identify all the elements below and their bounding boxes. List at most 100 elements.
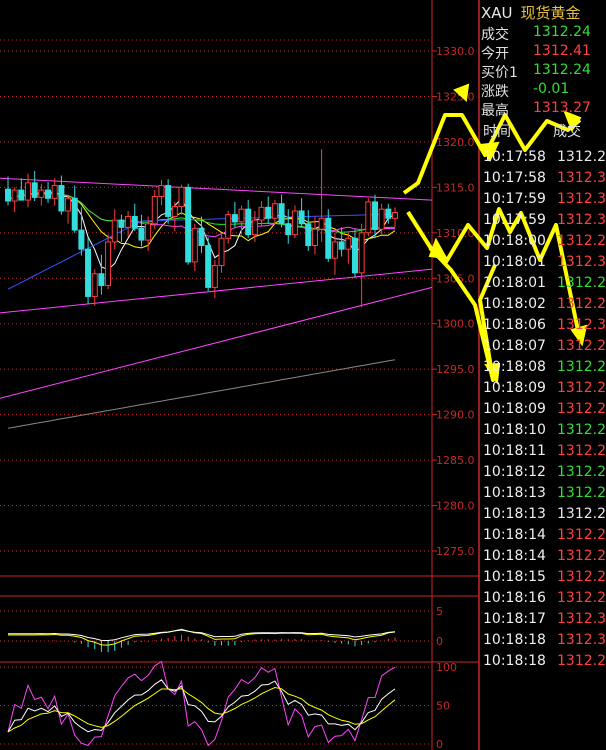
candle-body	[125, 215, 132, 228]
candle-body	[165, 185, 172, 217]
tick-time: 10:18:01	[483, 254, 546, 270]
candle-body	[158, 185, 165, 197]
price-tick-label: 1320.0	[436, 136, 475, 149]
ticks-header-price: 成交	[553, 124, 581, 140]
candle-body	[38, 189, 45, 198]
candle-body	[278, 203, 285, 225]
ind1-tick-label: 5	[436, 605, 443, 618]
tick-row: 10:18:14 1312.28	[483, 527, 606, 548]
candle-body	[311, 228, 318, 247]
candle-body	[111, 219, 118, 243]
quote-value: 1312.24	[533, 24, 591, 40]
tick-time: 10:18:11	[483, 443, 546, 459]
tick-time: 10:17:59	[483, 191, 546, 207]
quote-value: 1312.24	[533, 62, 591, 78]
candle-body	[91, 273, 98, 297]
tick-row: 10:18:18 1312.30	[483, 632, 606, 653]
candle-body	[351, 237, 358, 274]
candle-body	[298, 210, 305, 225]
ind1-line-signal	[8, 628, 396, 646]
tick-time: 10:18:18	[483, 632, 546, 648]
tick-price: 1312.26	[557, 380, 606, 396]
candle-body	[118, 219, 125, 228]
tick-time: 10:18:09	[483, 401, 546, 417]
quote-label: 今开	[481, 46, 509, 62]
ind1-tick-label: 0	[436, 635, 443, 648]
candle-body	[265, 206, 272, 219]
candle-body	[191, 227, 198, 263]
tick-price: 1312.23	[557, 359, 606, 375]
candle-body	[178, 186, 185, 207]
tick-row: 10:17:59 1312.33	[483, 191, 606, 212]
candle-body	[318, 217, 325, 230]
candle-body	[5, 188, 11, 202]
tick-time: 10:18:06	[483, 317, 546, 333]
candle-body	[345, 237, 352, 250]
tick-time: 10:18:08	[483, 359, 546, 375]
ind2-tick-label: 100	[436, 661, 457, 674]
tick-price: 1312.25	[557, 506, 606, 522]
quote-side-panel: XAU 现货黄金 成交 1312.24 今开 1312.41 买价1 1312.24 涨跌 -0…	[479, 0, 606, 750]
candle-body	[225, 214, 232, 239]
tick-row: 10:18:12 1312.22	[483, 464, 606, 485]
candle-body	[205, 245, 212, 288]
tick-time: 10:18:09	[483, 380, 546, 396]
tick-row: 10:17:58 1312.34	[483, 170, 606, 191]
tick-time: 10:17:59	[483, 212, 546, 228]
tick-price: 1312.32	[557, 254, 606, 270]
tick-row: 10:18:17 1312.31	[483, 611, 606, 632]
candle-body	[358, 232, 365, 274]
quote-row: 成交 1312.24	[481, 24, 605, 43]
candle-body	[171, 205, 178, 217]
ma-line-gray	[7, 359, 396, 429]
candle-body	[138, 227, 145, 241]
price-tick-label: 1295.0	[436, 363, 475, 376]
candle-body	[25, 182, 32, 201]
tick-row: 10:17:59 1312.34	[483, 212, 606, 233]
tick-price: 1312.27	[557, 548, 606, 564]
candle-body	[251, 219, 258, 236]
trend-line	[0, 286, 433, 399]
candle-body	[392, 211, 398, 219]
tick-row: 10:18:09 1312.26	[483, 380, 606, 401]
tick-row: 10:18:11 1312.26	[483, 443, 606, 464]
quote-row: 今开 1312.41	[481, 43, 605, 62]
candle-body	[371, 201, 378, 230]
tick-time: 10:18:18	[483, 653, 546, 669]
price-tick-label: 1315.0	[436, 181, 475, 194]
quote-label: 买价1	[481, 65, 518, 81]
tick-time: 10:17:58	[483, 170, 546, 186]
candle-body	[131, 215, 138, 229]
tick-row: 10:18:02 1312.26	[483, 296, 606, 317]
candle-body	[51, 185, 58, 199]
candle-body	[185, 186, 192, 263]
tick-price: 1312.31	[557, 611, 606, 627]
tick-time: 10:18:15	[483, 569, 546, 585]
quote-label: 最高	[481, 103, 509, 119]
tick-row: 10:18:18 1312.27	[483, 653, 606, 674]
candle-body	[258, 206, 265, 221]
tick-time: 10:18:13	[483, 506, 546, 522]
tick-price: 1312.25	[557, 149, 606, 165]
quote-label: 涨跌	[481, 84, 509, 100]
tick-row: 10:18:08 1312.23	[483, 359, 606, 380]
tick-price: 1312.27	[557, 653, 606, 669]
candle-body	[198, 227, 205, 247]
tick-price: 1312.34	[557, 170, 606, 186]
candle-body	[378, 208, 385, 230]
quote-value: 1312.41	[533, 43, 591, 59]
tick-time: 10:18:14	[483, 548, 546, 564]
tick-row: 10:18:13 1312.25	[483, 506, 606, 527]
tick-time: 10:18:16	[483, 590, 546, 606]
tick-price: 1312.33	[557, 191, 606, 207]
price-tick-label: 1280.0	[436, 500, 475, 513]
ticks-header-time: 时间	[483, 124, 511, 140]
tick-row: 10:18:01 1312.32	[483, 254, 606, 275]
candle-body	[71, 197, 78, 231]
tick-time: 10:18:10	[483, 422, 546, 438]
tick-price: 1312.28	[557, 233, 606, 249]
candle-body	[85, 248, 92, 297]
candle-body	[331, 241, 338, 259]
price-tick-label: 1275.0	[436, 545, 475, 558]
candle-body	[31, 182, 38, 198]
